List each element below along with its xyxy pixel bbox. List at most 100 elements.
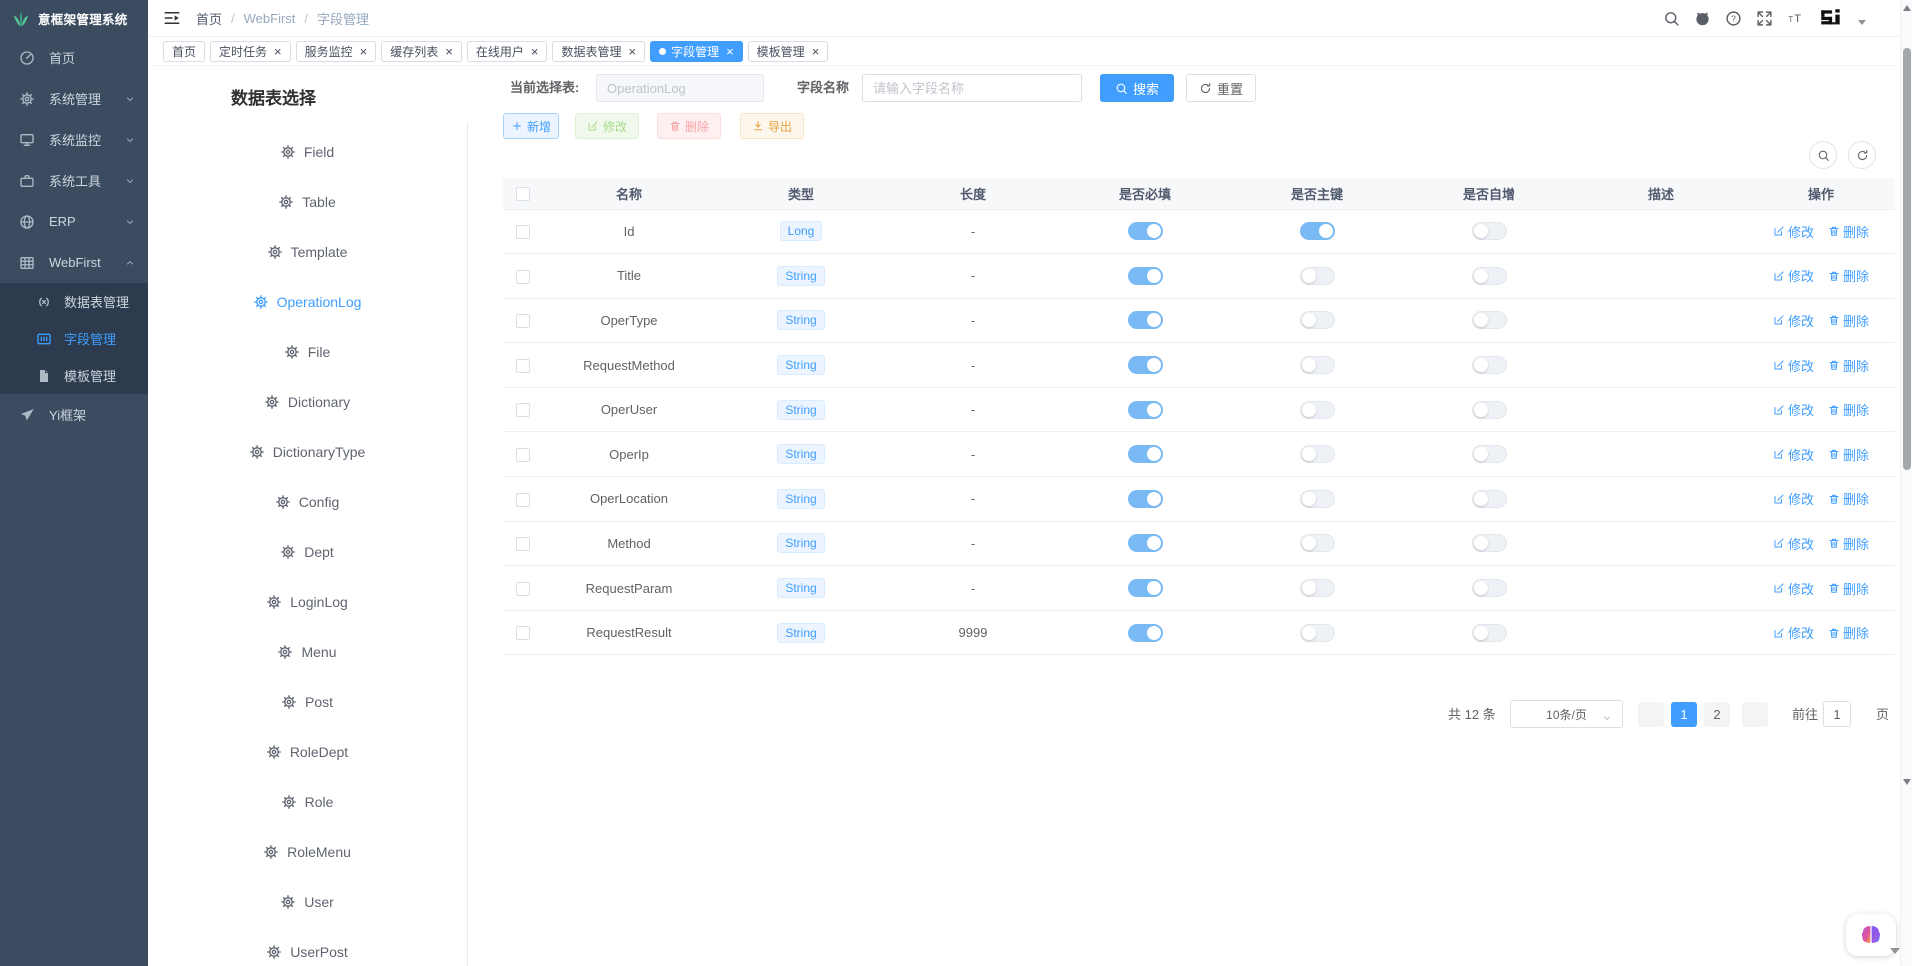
tab-首页[interactable]: 首页 xyxy=(163,41,205,62)
close-icon[interactable]: × xyxy=(274,45,282,58)
page-button-2[interactable]: 2 xyxy=(1704,702,1730,727)
primary-key-toggle[interactable] xyxy=(1300,267,1335,285)
auto-increment-toggle[interactable] xyxy=(1472,445,1507,463)
github-icon[interactable] xyxy=(1694,10,1711,27)
help-icon[interactable] xyxy=(1725,10,1742,27)
sidebar-item-ERP[interactable]: ERP xyxy=(0,201,148,242)
auto-increment-toggle[interactable] xyxy=(1472,534,1507,552)
delete-button[interactable]: 删除 xyxy=(657,113,721,139)
row-edit-link[interactable]: 修改 xyxy=(1773,489,1814,508)
tree-item-User[interactable]: User xyxy=(280,889,334,915)
tree-item-Template[interactable]: Template xyxy=(267,239,348,265)
tree-item-Table[interactable]: Table xyxy=(278,189,335,215)
row-delete-link[interactable]: 删除 xyxy=(1828,266,1869,285)
auto-increment-toggle[interactable] xyxy=(1472,579,1507,597)
row-delete-link[interactable]: 删除 xyxy=(1828,356,1869,375)
row-edit-link[interactable]: 修改 xyxy=(1773,266,1814,285)
primary-key-toggle[interactable] xyxy=(1300,445,1335,463)
row-checkbox[interactable] xyxy=(516,626,530,640)
table-search-toggle-button[interactable] xyxy=(1809,141,1837,169)
auto-increment-toggle[interactable] xyxy=(1472,624,1507,642)
sidebar-item-系统监控[interactable]: 系统监控 xyxy=(0,119,148,160)
row-delete-link[interactable]: 删除 xyxy=(1828,400,1869,419)
auto-increment-toggle[interactable] xyxy=(1472,311,1507,329)
required-toggle[interactable] xyxy=(1128,222,1163,240)
tree-item-Menu[interactable]: Menu xyxy=(277,639,336,665)
row-edit-link[interactable]: 修改 xyxy=(1773,356,1814,375)
tree-item-Dictionary[interactable]: Dictionary xyxy=(264,389,350,415)
required-toggle[interactable] xyxy=(1128,534,1163,552)
auto-increment-toggle[interactable] xyxy=(1472,222,1507,240)
tree-item-Post[interactable]: Post xyxy=(281,689,333,715)
tab-定时任务[interactable]: 定时任务× xyxy=(210,41,291,62)
sidebar-item-字段管理[interactable]: 字段管理 xyxy=(0,320,148,357)
row-edit-link[interactable]: 修改 xyxy=(1773,579,1814,598)
required-toggle[interactable] xyxy=(1128,579,1163,597)
sidebar-item-WebFirst[interactable]: WebFirst xyxy=(0,242,148,283)
edit-button[interactable]: 修改 xyxy=(575,113,639,139)
breadcrumb-item-首页[interactable]: 首页 xyxy=(196,9,222,28)
sidebar-item-Yi框架[interactable]: Yi框架 xyxy=(0,394,148,435)
primary-key-toggle[interactable] xyxy=(1300,579,1335,597)
close-icon[interactable]: × xyxy=(726,45,734,58)
row-delete-link[interactable]: 删除 xyxy=(1828,579,1869,598)
row-edit-link[interactable]: 修改 xyxy=(1773,534,1814,553)
row-delete-link[interactable]: 删除 xyxy=(1828,222,1869,241)
primary-key-toggle[interactable] xyxy=(1300,534,1335,552)
tab-缓存列表[interactable]: 缓存列表× xyxy=(381,41,462,62)
tab-模板管理[interactable]: 模板管理× xyxy=(748,41,829,62)
assistant-float-button[interactable] xyxy=(1846,914,1896,956)
required-toggle[interactable] xyxy=(1128,356,1163,374)
required-toggle[interactable] xyxy=(1128,445,1163,463)
select-all-checkbox[interactable] xyxy=(516,187,530,201)
row-delete-link[interactable]: 删除 xyxy=(1828,445,1869,464)
tree-item-Role[interactable]: Role xyxy=(281,789,334,815)
breadcrumb-item-WebFirst[interactable]: WebFirst xyxy=(244,11,296,26)
close-icon[interactable]: × xyxy=(531,45,539,58)
reset-button[interactable]: 重置 xyxy=(1186,74,1256,102)
primary-key-toggle[interactable] xyxy=(1300,401,1335,419)
row-edit-link[interactable]: 修改 xyxy=(1773,400,1814,419)
row-checkbox[interactable] xyxy=(516,537,530,551)
tab-服务监控[interactable]: 服务监控× xyxy=(296,41,377,62)
row-checkbox[interactable] xyxy=(516,314,530,328)
row-delete-link[interactable]: 删除 xyxy=(1828,489,1869,508)
auto-increment-toggle[interactable] xyxy=(1472,267,1507,285)
primary-key-toggle[interactable] xyxy=(1300,222,1335,240)
next-page-button[interactable] xyxy=(1742,702,1768,727)
scrollbar[interactable] xyxy=(1900,0,1912,966)
sidebar-item-模板管理[interactable]: 模板管理 xyxy=(0,357,148,394)
add-button[interactable]: 新增 xyxy=(503,113,559,139)
auto-increment-toggle[interactable] xyxy=(1472,401,1507,419)
export-button[interactable]: 导出 xyxy=(740,113,804,139)
tree-item-LoginLog[interactable]: LoginLog xyxy=(266,589,348,615)
row-edit-link[interactable]: 修改 xyxy=(1773,222,1814,241)
assistant-caret-icon[interactable] xyxy=(1890,948,1900,954)
sidebar-item-系统工具[interactable]: 系统工具 xyxy=(0,160,148,201)
row-checkbox[interactable] xyxy=(516,403,530,417)
required-toggle[interactable] xyxy=(1128,267,1163,285)
required-toggle[interactable] xyxy=(1128,401,1163,419)
user-avatar[interactable] xyxy=(1818,6,1844,32)
scrollbar-thumb[interactable] xyxy=(1903,48,1911,470)
sidebar-collapse-button[interactable] xyxy=(148,9,196,27)
page-button-1[interactable]: 1 xyxy=(1671,702,1697,727)
tree-item-RoleDept[interactable]: RoleDept xyxy=(266,739,348,765)
tab-数据表管理[interactable]: 数据表管理× xyxy=(552,41,645,62)
tab-字段管理[interactable]: 字段管理× xyxy=(650,41,743,62)
tree-item-RoleMenu[interactable]: RoleMenu xyxy=(263,839,351,865)
field-name-input[interactable] xyxy=(862,74,1082,102)
required-toggle[interactable] xyxy=(1128,490,1163,508)
fullscreen-icon[interactable] xyxy=(1756,10,1773,27)
font-size-icon[interactable] xyxy=(1787,10,1804,27)
row-checkbox[interactable] xyxy=(516,448,530,462)
row-checkbox[interactable] xyxy=(516,582,530,596)
close-icon[interactable]: × xyxy=(360,45,368,58)
row-delete-link[interactable]: 删除 xyxy=(1828,534,1869,553)
primary-key-toggle[interactable] xyxy=(1300,624,1335,642)
primary-key-toggle[interactable] xyxy=(1300,490,1335,508)
search-icon[interactable] xyxy=(1663,10,1680,27)
scroll-down-arrow[interactable] xyxy=(1903,779,1911,785)
sidebar-item-系统管理[interactable]: 系统管理 xyxy=(0,78,148,119)
primary-key-toggle[interactable] xyxy=(1300,311,1335,329)
